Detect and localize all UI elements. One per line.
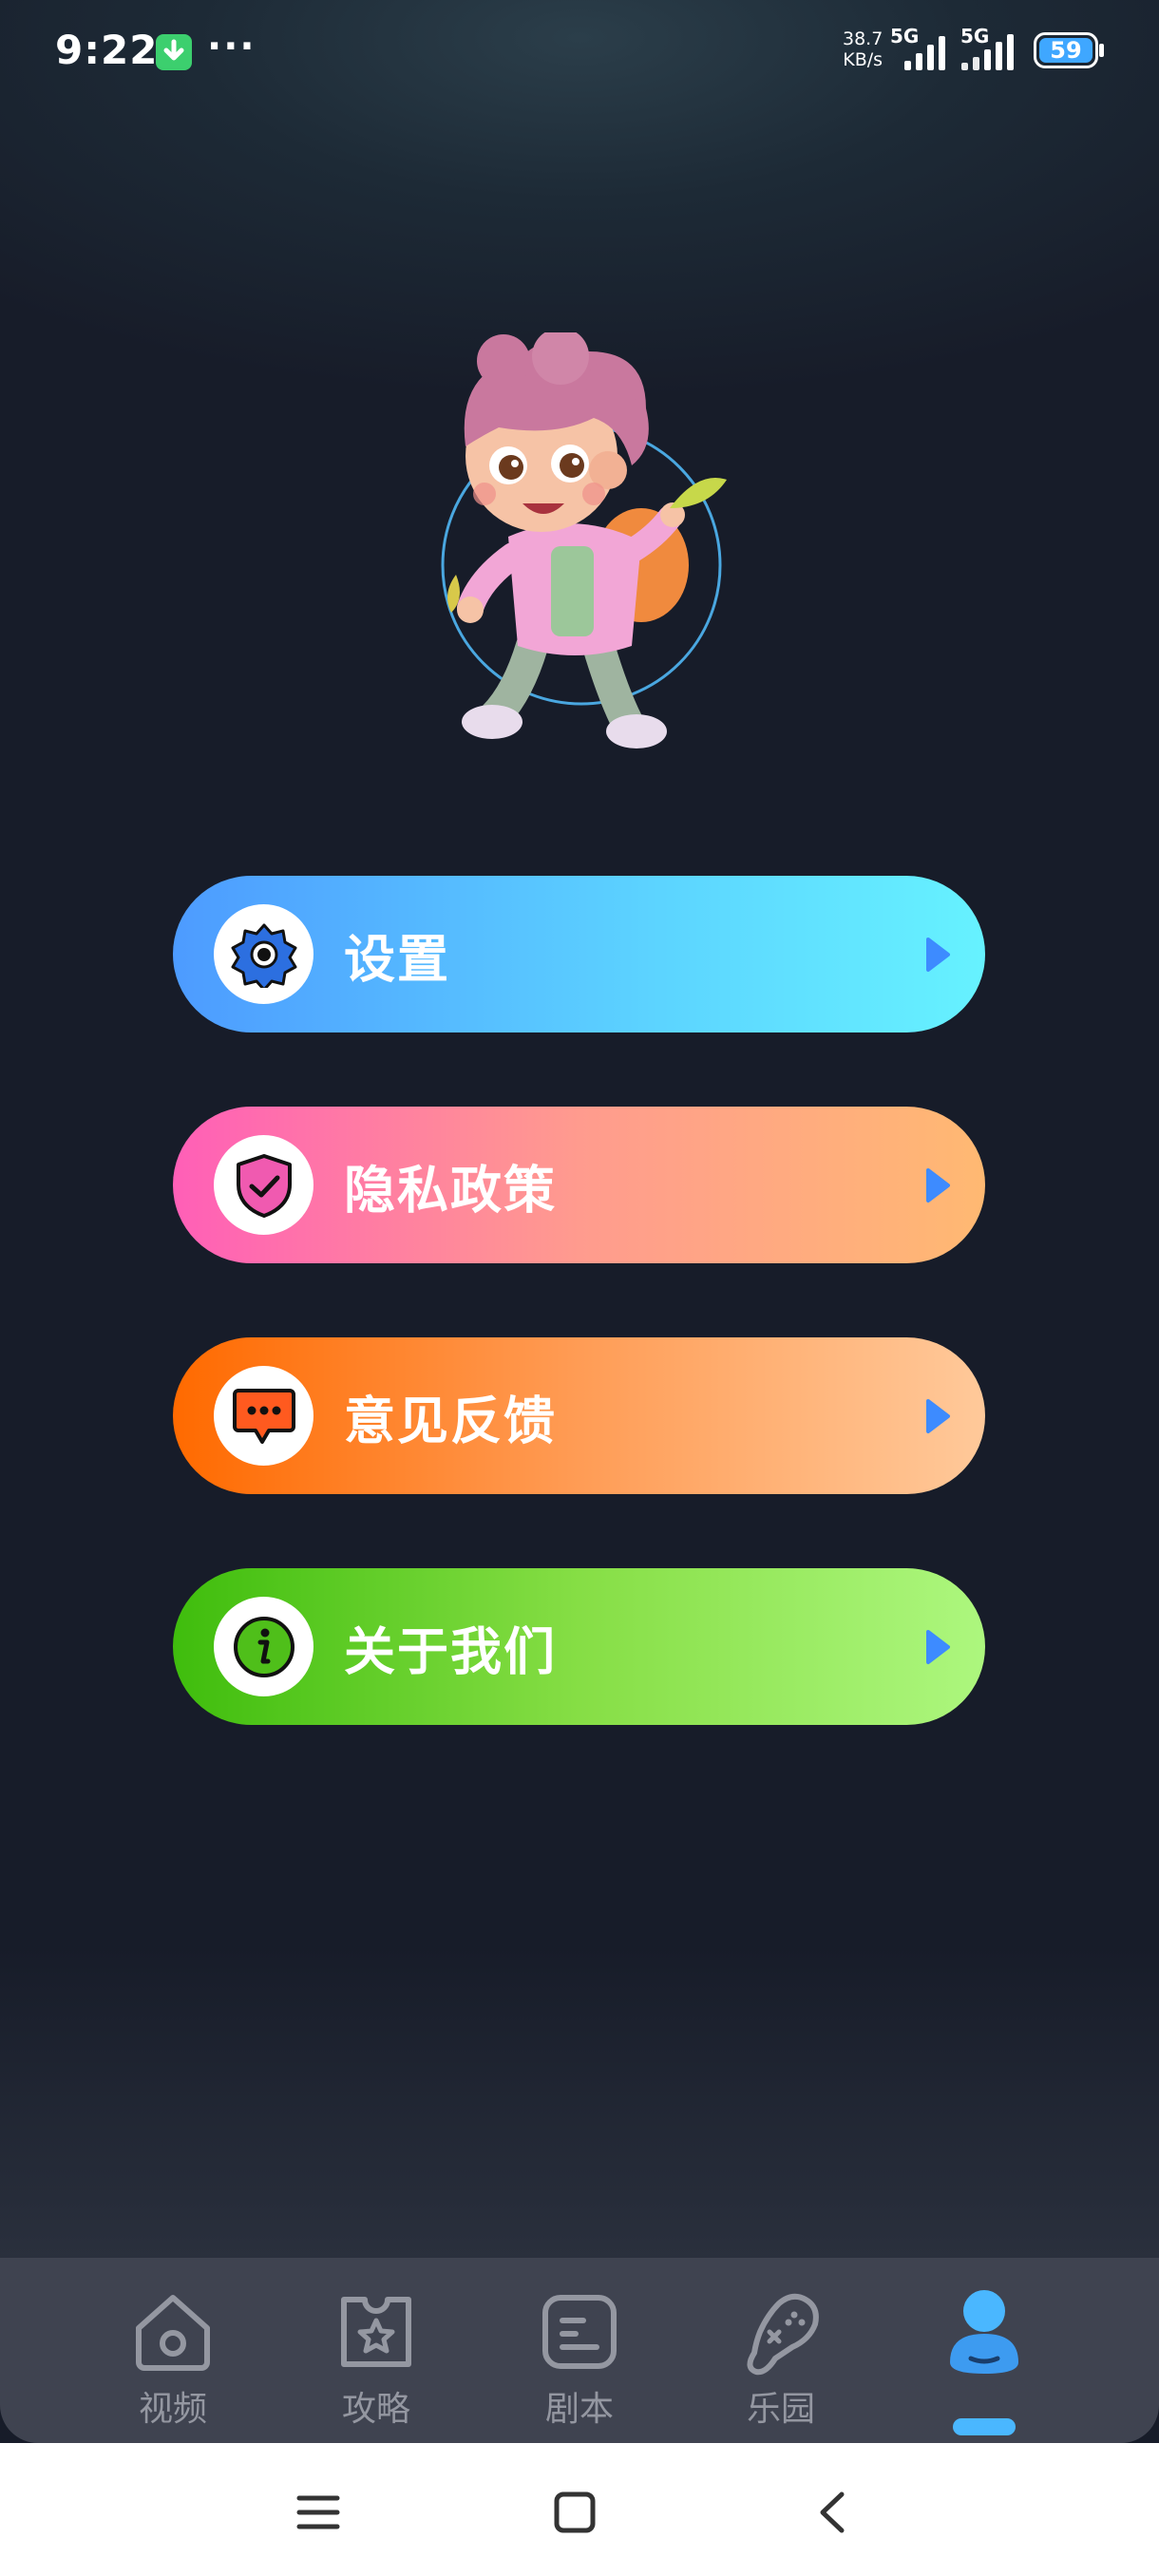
settings-label: 设置 <box>344 929 450 989</box>
script-icon <box>534 2286 625 2377</box>
active-tab-indicator <box>953 2418 1016 2435</box>
tab-park[interactable]: 乐园 <box>710 2286 852 2443</box>
back-icon[interactable] <box>798 2479 864 2546</box>
star-ticket-icon <box>331 2286 422 2377</box>
tab-script[interactable]: 剧本 <box>508 2286 651 2443</box>
download-notification-icon <box>156 34 192 70</box>
network-speed-value: 38.7 <box>843 28 884 49</box>
shield-check-icon <box>214 1135 314 1235</box>
status-bar: 9:22 ··· 38.7 KB/s 5G 5G 59 <box>0 0 1159 104</box>
home-icon <box>127 2286 218 2377</box>
battery-level: 59 <box>1039 38 1092 63</box>
chat-bubble-icon <box>214 1366 314 1466</box>
chevron-right-icon <box>924 937 951 976</box>
signal-icon <box>904 32 945 70</box>
gear-icon <box>214 904 314 1004</box>
tab-video[interactable]: 视频 <box>102 2286 244 2443</box>
about-us-menu-item[interactable]: 关于我们 <box>173 1568 985 1725</box>
tab-video-label: 视频 <box>138 2390 207 2429</box>
status-time: 9:22 <box>55 27 159 73</box>
gamepad-icon <box>735 2286 826 2377</box>
network-speed-unit: KB/s <box>843 49 884 70</box>
tab-guide-label: 攻略 <box>341 2390 410 2429</box>
tab-guide[interactable]: 攻略 <box>305 2286 447 2443</box>
tab-park-label: 乐园 <box>746 2390 815 2429</box>
background-glow <box>0 1947 1159 2261</box>
bottom-tab-bar: 视频 攻略 剧本 乐园 <box>0 2258 1159 2443</box>
menu-icon[interactable] <box>285 2479 352 2546</box>
avatar[interactable] <box>418 328 750 769</box>
battery-icon: 59 <box>1034 32 1098 68</box>
battery-tip <box>1099 44 1104 57</box>
signal-icon <box>961 32 1014 70</box>
home-button-icon[interactable] <box>542 2479 608 2546</box>
tab-script-label: 剧本 <box>544 2390 614 2429</box>
chevron-right-icon <box>924 1167 951 1207</box>
about-us-label: 关于我们 <box>344 1621 557 1681</box>
chevron-right-icon <box>924 1398 951 1438</box>
profile-screen: 9:22 ··· 38.7 KB/s 5G 5G 59 设置 隐私政策 意见反馈… <box>0 0 1159 2576</box>
privacy-policy-menu-item[interactable]: 隐私政策 <box>173 1107 985 1263</box>
profile-icon <box>939 2286 1030 2377</box>
feedback-label: 意见反馈 <box>344 1391 557 1450</box>
info-icon <box>214 1597 314 1696</box>
system-navigation-bar <box>0 2443 1159 2576</box>
feedback-menu-item[interactable]: 意见反馈 <box>173 1337 985 1494</box>
network-speed: 38.7 KB/s <box>843 28 883 70</box>
privacy-policy-label: 隐私政策 <box>344 1160 557 1220</box>
settings-menu-item[interactable]: 设置 <box>173 876 985 1032</box>
more-notifications-icon: ··· <box>207 25 256 68</box>
chevron-right-icon <box>924 1629 951 1669</box>
